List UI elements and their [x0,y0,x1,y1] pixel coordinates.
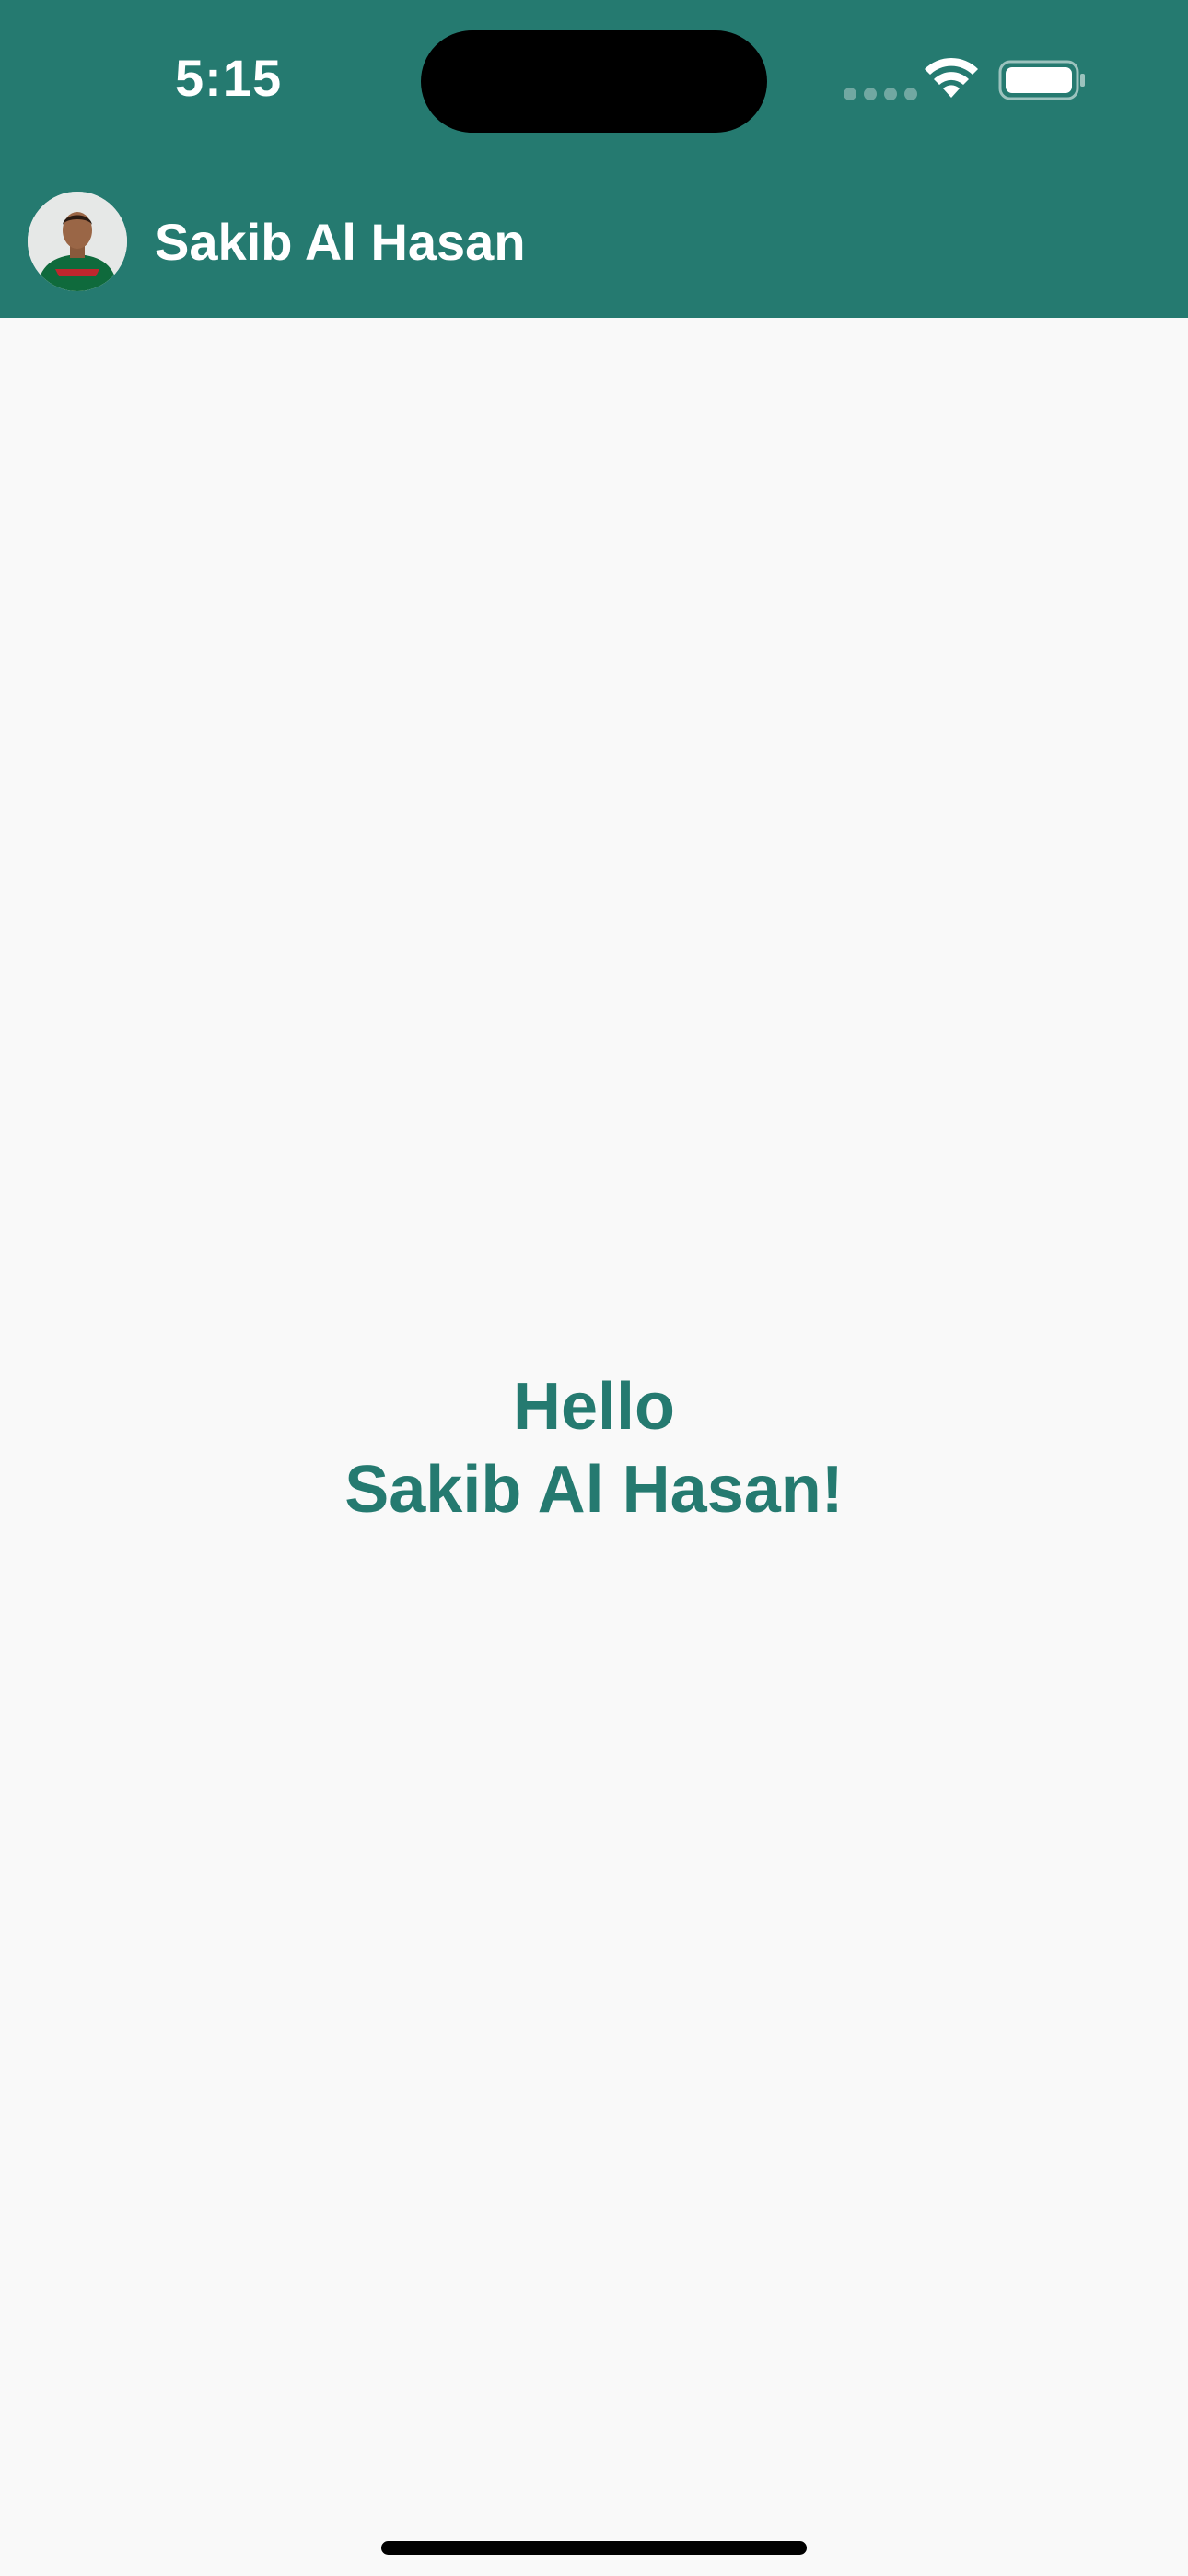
greeting-line-name: Sakib Al Hasan! [344,1453,844,1527]
user-photo-icon [28,192,127,291]
status-time: 5:15 [175,49,283,107]
profile-name: Sakib Al Hasan [155,213,526,271]
app-header: 5:15 Sakib Al Hasan [0,0,1188,318]
dynamic-island [421,30,767,133]
home-indicator[interactable] [381,2541,807,2555]
cellular-signal-icon [844,88,917,100]
greeting-line-hello: Hello [512,1370,676,1444]
wifi-icon [925,57,978,98]
battery-icon [998,60,1085,100]
profile-header: Sakib Al Hasan [0,184,1188,299]
greeting-message: Hello Sakib Al Hasan! [0,1365,1188,1531]
avatar[interactable] [28,192,127,291]
status-bar: 5:15 [0,0,1188,166]
